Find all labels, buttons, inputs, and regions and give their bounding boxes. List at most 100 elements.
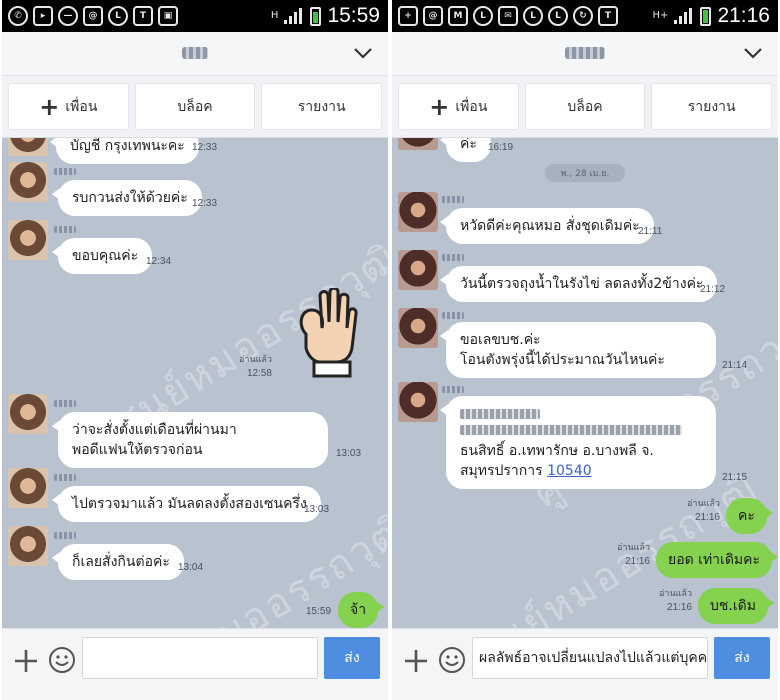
- status-bar: + @ M L ✉ L L ↻ T H+ 21:16: [392, 0, 778, 32]
- message-bubble: ก็เลยสั่งกินต่อค่ะ: [52, 544, 184, 580]
- plus-square-icon: +: [398, 6, 418, 26]
- avatar[interactable]: [398, 308, 438, 348]
- signal-icon: [674, 8, 694, 24]
- chevron-down-icon[interactable]: [742, 42, 764, 64]
- action-bar: + เพื่อน บล็อค รายงาน: [2, 76, 388, 138]
- message-time: 12:33: [192, 142, 218, 153]
- report-button[interactable]: รายงาน: [651, 83, 773, 130]
- action-bar: + เพื่อน บล็อค รายงาน: [392, 76, 778, 138]
- chat-header: [2, 32, 388, 76]
- line-icon: L: [108, 6, 128, 26]
- message-bubble: ว่าจะสั่งตั้งแต่เดือนที่ผ่านมา พอดีแฟนให้…: [52, 412, 328, 468]
- sender-name-blurred: [442, 312, 464, 319]
- add-friend-button[interactable]: + เพื่อน: [398, 83, 519, 130]
- message-time: 15:59: [306, 606, 332, 617]
- avatar[interactable]: [8, 526, 48, 566]
- message-bubble: ขอเลขบช.ค่ะ โอนตังพรุ่งนี้ได้ประมาณวันไหน…: [440, 322, 716, 378]
- at-icon: @: [423, 6, 443, 26]
- sent-message-bubble: ยอด เท่าเดิมคะ: [656, 542, 778, 578]
- sender-name-blurred: [442, 386, 464, 393]
- input-bar: ส่ง: [2, 628, 388, 700]
- block-button[interactable]: บล็อค: [134, 83, 256, 130]
- signal-icon: [284, 8, 304, 24]
- avatar[interactable]: [8, 468, 48, 508]
- plus-icon: +: [429, 92, 450, 121]
- network-type: H: [270, 10, 279, 21]
- avatar[interactable]: [398, 382, 438, 422]
- read-receipt: อ่านแล้ว 21:16: [687, 499, 720, 523]
- message-time: 16:19: [488, 142, 514, 153]
- status-time: 15:59: [327, 4, 380, 27]
- sender-name-blurred: [442, 196, 464, 203]
- message-list[interactable]: ศูนย์หมออรรถวุฒิ ศูนย์หมออรรถวุฒิ ค่ะ 16…: [392, 138, 778, 628]
- sender-name-blurred: [54, 400, 76, 407]
- message-time: 13:03: [304, 504, 330, 515]
- mail-icon: M: [448, 6, 468, 26]
- send-button[interactable]: ส่ง: [324, 637, 380, 679]
- postcode-link[interactable]: 10540: [547, 463, 592, 479]
- line-icon: L: [523, 6, 543, 26]
- message-time: 21:11: [638, 226, 663, 237]
- whatsapp-icon: ✆: [8, 6, 28, 26]
- refresh-icon: ↻: [573, 6, 593, 26]
- message-bubble: ขอบคุณค่ะ: [51, 238, 153, 274]
- contact-name-blurred: [565, 47, 605, 59]
- minus-circle-icon: —: [58, 6, 78, 26]
- line-icon: L: [548, 6, 568, 26]
- sender-name-blurred: [442, 254, 464, 261]
- read-receipt: อ่านแล้ว 21:16: [617, 543, 650, 567]
- avatar[interactable]: [398, 192, 438, 232]
- add-friend-button[interactable]: + เพื่อน: [8, 83, 129, 130]
- message-bubble: ไปตรวจมาแล้ว มันลดลงตั้งสองเซนครึ่ง: [52, 486, 321, 522]
- message-time: 12:33: [192, 198, 218, 209]
- sender-name-blurred: [54, 168, 76, 175]
- chevron-down-icon[interactable]: [352, 42, 374, 64]
- status-bar: ✆ ▸ — @ L T ▣ H 15:59: [2, 0, 388, 32]
- blurred-text: [460, 409, 540, 419]
- message-list[interactable]: ศูนย์หมออรรถวุฒิ ศูนย์หมออรรถวุฒิ บัญชี …: [2, 138, 388, 628]
- plus-icon: +: [39, 92, 60, 121]
- message-input[interactable]: [82, 637, 318, 679]
- smiley-icon[interactable]: [438, 646, 466, 674]
- date-divider: พ., 28 เม.ย.: [545, 164, 625, 182]
- chat-header: [392, 32, 778, 76]
- sent-message-bubble: บช.เดิม: [698, 588, 774, 624]
- plus-icon[interactable]: [402, 647, 430, 675]
- send-button[interactable]: ส่ง: [714, 637, 770, 679]
- avatar[interactable]: [8, 394, 48, 434]
- message-time: 21:15: [722, 472, 748, 483]
- message-input[interactable]: ผลลัพธ์อาจเปลี่ยนแปลงไปแล้วแต่บุคคล: [472, 637, 708, 679]
- status-time: 21:16: [717, 4, 770, 27]
- message-time: 21:12: [700, 284, 726, 295]
- avatar[interactable]: [398, 250, 438, 290]
- sender-name-blurred: [54, 474, 76, 481]
- envelope-icon: ✉: [498, 6, 518, 26]
- line-icon: L: [473, 6, 493, 26]
- notification-icons: ✆ ▸ — @ L T ▣: [8, 6, 178, 26]
- battery-icon: [310, 6, 322, 26]
- plus-icon[interactable]: [12, 647, 40, 675]
- chat-screen-left: ✆ ▸ — @ L T ▣ H 15:59 + เพื่อน บล็อค รายง…: [2, 0, 388, 700]
- t-icon: T: [598, 6, 618, 26]
- sent-message-bubble: คะ: [726, 498, 773, 534]
- avatar[interactable]: [8, 138, 48, 156]
- avatar[interactable]: [8, 220, 48, 260]
- message-bubble: ธนสิทธิ์ อ.เทพารักษ อ.บางพลี จ. สมุทรปรา…: [440, 396, 716, 489]
- report-button[interactable]: รายงาน: [261, 83, 383, 130]
- read-receipt: อ่านแล้ว 21:16: [659, 589, 692, 613]
- sent-message-bubble: จ้า: [338, 592, 385, 628]
- message-bubble: วันนี้ตรวจถุงน้ำในรังไข่ ลดลงทั้ง2ข้างค่…: [439, 266, 718, 302]
- contact-name-blurred: [182, 47, 208, 59]
- smiley-icon[interactable]: [48, 646, 76, 674]
- clipboard-icon: ▣: [158, 6, 178, 26]
- t-icon: T: [133, 6, 153, 26]
- message-bubble: รบกวนส่งให้ด้วยค่ะ: [52, 180, 202, 216]
- message-bubble: ค่ะ: [440, 138, 491, 162]
- avatar[interactable]: [8, 162, 48, 202]
- message-time: 13:04: [178, 562, 204, 573]
- block-button[interactable]: บล็อค: [524, 83, 646, 130]
- message-time: 12:34: [146, 256, 172, 267]
- avatar[interactable]: [398, 138, 438, 150]
- message-bubble: หวัดดีค่ะคุณหมอ สั่งชุดเดิมค่ะ: [440, 208, 654, 244]
- read-receipt: อ่านแล้ว 12:58: [239, 355, 272, 379]
